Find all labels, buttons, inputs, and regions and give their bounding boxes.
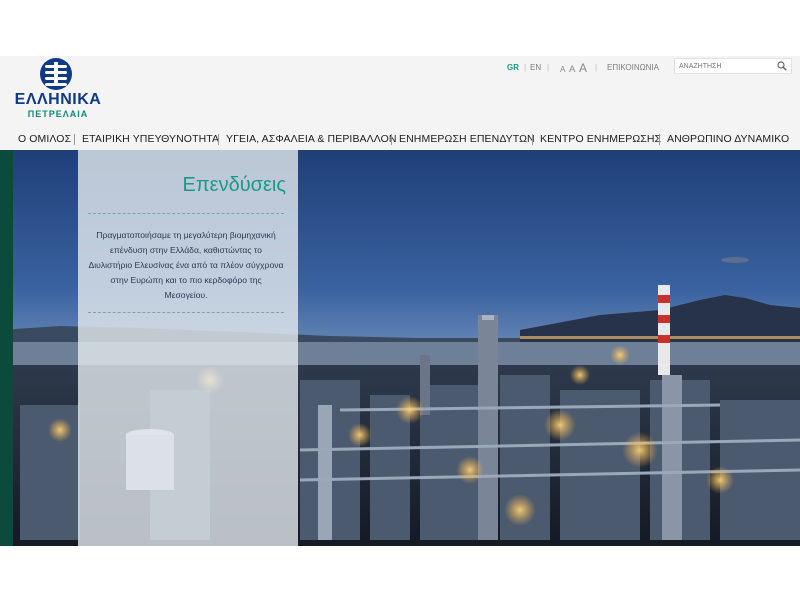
nav-item-human-resources[interactable]: ΑΝΘΡΩΠΙΝΟ ΔΥΝΑΜΙΚΟ	[667, 133, 789, 145]
nav-divider	[218, 134, 219, 145]
font-size-large-button[interactable]: A	[579, 61, 587, 75]
nav-item-corporate-responsibility[interactable]: ΕΤΑΙΡΙΚΗ ΥΠΕΥΘΥΝΟΤΗΤΑ	[82, 133, 219, 145]
accent-strip	[0, 150, 13, 546]
hero-text-panel: Επενδύσεις Πραγματοποιήσαμε τη μεγαλύτερ…	[78, 150, 298, 546]
nav-item-investor-relations[interactable]: ΕΝΗΜΕΡΩΣΗ ΕΠΕΝΔΥΤΩΝ	[399, 133, 535, 145]
brand-name-line1: ΕΛΛΗΝΙΚΑ	[14, 91, 102, 108]
nav-divider	[74, 134, 75, 145]
globe-cross-icon	[40, 58, 72, 90]
lang-en-link[interactable]: EN	[530, 63, 541, 72]
divider: |	[547, 63, 550, 72]
panel-divider-bottom	[88, 312, 284, 313]
hero-body-text: Πραγματοποιήσαμε τη μεγαλύτερη βιομηχανι…	[88, 230, 284, 300]
nav-item-health-safety-environment[interactable]: ΥΓΕΙΑ, ΑΣΦΑΛΕΙΑ & ΠΕΡΙΒΑΛΛΟΝ	[226, 133, 397, 145]
lang-gr-link[interactable]: GR	[507, 63, 519, 72]
search-icon[interactable]	[777, 61, 787, 71]
hero-banner: Επενδύσεις Πραγματοποιήσαμε τη μεγαλύτερ…	[0, 150, 800, 546]
search-input[interactable]	[679, 60, 771, 72]
panel-divider-top	[88, 213, 284, 214]
main-nav: Ο ΟΜΙΛΟΣ ΕΤΑΙΡΙΚΗ ΥΠΕΥΘΥΝΟΤΗΤΑ ΥΓΕΙΑ, ΑΣ…	[0, 130, 800, 150]
contact-link[interactable]: ΕΠΙΚΟΙΝΩΝΙΑ	[607, 63, 659, 72]
font-size-medium-button[interactable]: A	[569, 64, 575, 75]
font-size-small-button[interactable]: A	[560, 65, 565, 74]
nav-divider	[659, 134, 660, 145]
hero-title: Επενδύσεις	[182, 174, 286, 196]
divider: |	[524, 63, 527, 72]
nav-item-press-center[interactable]: ΚΕΝΤΡΟ ΕΝΗΜΕΡΩΣΗΣ	[540, 133, 661, 145]
divider: |	[595, 63, 598, 72]
nav-item-group[interactable]: Ο ΟΜΙΛΟΣ	[18, 133, 71, 145]
nav-divider	[532, 134, 533, 145]
page-frame: ΕΛΛΗΝΙΚΑ ΠΕΤΡΕΛΑΙΑ GR | EN | A A A | ΕΠΙ…	[0, 56, 800, 546]
brand-logo[interactable]: ΕΛΛΗΝΙΚΑ ΠΕΤΡΕΛΑΙΑ	[12, 58, 104, 119]
search-box	[674, 58, 792, 74]
nav-divider	[391, 134, 392, 145]
brand-name-line2: ΠΕΤΡΕΛΑΙΑ	[27, 109, 89, 119]
